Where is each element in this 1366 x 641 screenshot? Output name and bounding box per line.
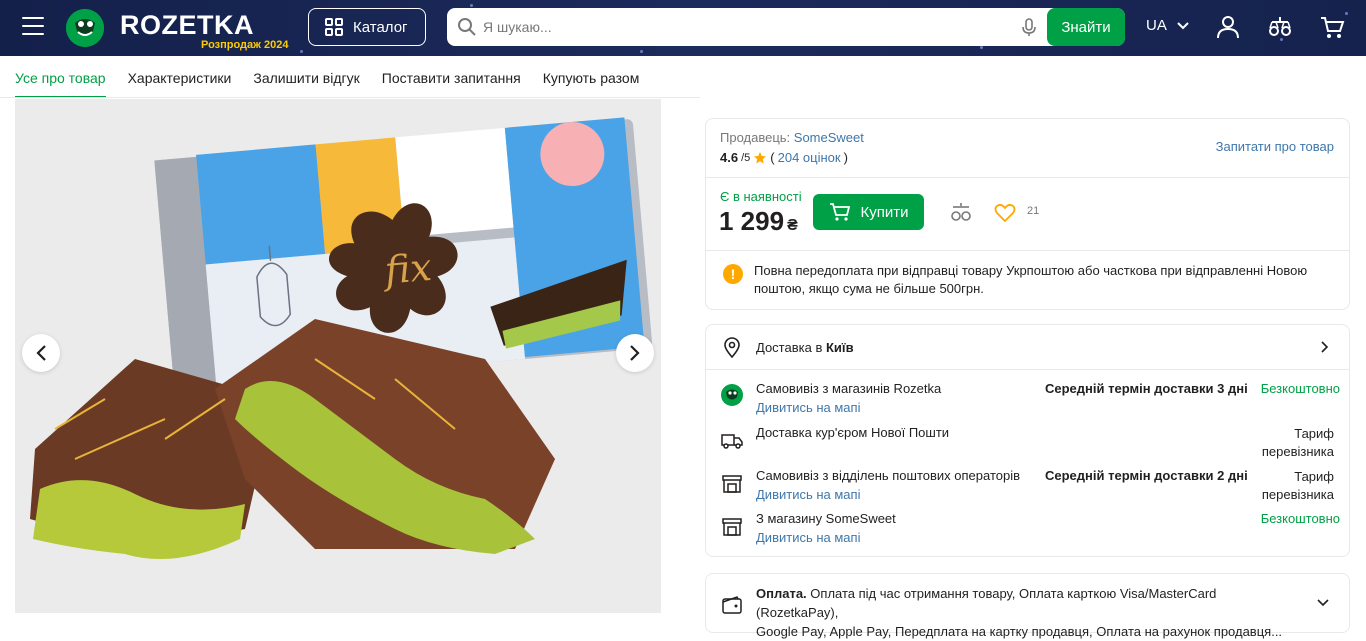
search-icon (458, 18, 476, 36)
price-value: 1 299 (719, 206, 785, 236)
truck-icon (721, 434, 743, 449)
delivery-city-selector[interactable]: Доставка в Київ (706, 325, 1349, 369)
warning-icon: ! (723, 264, 743, 284)
search-button[interactable]: Знайти (1047, 8, 1125, 46)
language-label: UA (1146, 17, 1167, 34)
delivery-option-title: Самовивіз з магазинів Rozetka (756, 381, 942, 396)
compare-scales-icon[interactable] (950, 202, 972, 222)
seller-rating: 4.6 (720, 150, 739, 165)
language-switcher[interactable]: UA (1146, 17, 1189, 34)
chevron-right-icon (1321, 341, 1329, 353)
delivery-city: Київ (825, 340, 854, 355)
buy-label: Купити (860, 203, 909, 221)
grid-icon (325, 18, 343, 36)
compare-scales-icon[interactable] (1267, 14, 1293, 40)
view-on-map-link[interactable]: Дивитись на мапі (756, 400, 860, 415)
view-on-map-link[interactable]: Дивитись на мапі (756, 530, 860, 545)
payment-card[interactable]: Оплата. Оплата під час отримання товару,… (705, 573, 1350, 639)
microphone-icon[interactable] (1019, 17, 1039, 37)
seller-rating-max: /5 (741, 151, 751, 164)
chevron-down-icon (1317, 599, 1329, 607)
wallet-icon (722, 596, 742, 614)
buy-button[interactable]: Купити (813, 194, 924, 230)
payment-line1: Оплата під час отримання товару, Оплата … (756, 586, 1217, 620)
star-icon (754, 151, 767, 163)
cart-icon (829, 203, 850, 221)
logo-text[interactable]: ROZETKA (120, 10, 254, 41)
seller-name-link[interactable]: SomeSweet (794, 130, 864, 145)
delivery-price-line1: Тариф (1294, 426, 1334, 441)
catalog-button[interactable]: Каталог (308, 8, 426, 46)
tab-bought-together[interactable]: Купують разом (543, 56, 640, 98)
search-input[interactable] (483, 8, 1043, 46)
cart-icon[interactable] (1319, 14, 1345, 40)
price-currency: ₴ (787, 217, 798, 234)
chevron-left-icon (36, 345, 46, 361)
delivery-option-title: Доставка кур'єром Нової Пошти (756, 425, 950, 440)
location-pin-icon (724, 337, 740, 359)
prev-image-button[interactable] (22, 334, 60, 372)
menu-icon[interactable] (22, 17, 44, 35)
tab-all-about[interactable]: Усе про товар (15, 56, 106, 98)
store-icon (722, 475, 742, 493)
delivery-option-rozetka-pickup: Самовивіз з магазинів Rozetka Дивитись н… (706, 381, 1349, 421)
payment-line2: Google Pay, Apple Pay, Передплата на кар… (756, 624, 1283, 639)
seller-card: Продавець: SomeSweet 4.6/5 (204 оцінок) … (705, 118, 1350, 310)
heart-icon[interactable] (994, 203, 1016, 223)
rozetka-logo-icon (721, 384, 743, 406)
availability-status: Є в наявності (720, 189, 802, 204)
tab-characteristics[interactable]: Характеристики (128, 56, 232, 98)
top-header: ROZETKA Розпродаж 2024 Каталог Знайти UA (0, 0, 1366, 56)
delivery-price-line2: перевізника (1261, 487, 1334, 502)
delivery-option-title: З магазину SomeSweet (756, 511, 896, 526)
next-image-button[interactable] (616, 334, 654, 372)
delivery-term: Середній термін доставки 2 дні (1045, 468, 1248, 483)
view-on-map-link[interactable]: Дивитись на мапі (756, 487, 860, 502)
delivery-price: Безкоштовно (1260, 511, 1340, 526)
reviews-link[interactable]: 204 оцінок (778, 150, 841, 165)
delivery-option-title: Самовивіз з відділень поштових операторі… (756, 468, 1021, 483)
favorites-count: 21 (1027, 205, 1040, 217)
catalog-label: Каталог (353, 18, 408, 36)
delivery-option-post-pickup: Самовивіз з відділень поштових операторі… (706, 468, 1349, 508)
tab-ask-question[interactable]: Поставити запитання (382, 56, 521, 98)
delivery-price-line1: Тариф (1294, 469, 1334, 484)
chevron-right-icon (630, 345, 640, 361)
seller-label: Продавець: (720, 130, 791, 145)
store-icon (722, 518, 742, 536)
delivery-title-prefix: Доставка в (756, 340, 823, 355)
product-image: fix (15, 99, 661, 613)
tab-leave-review[interactable]: Залишити відгук (253, 56, 359, 98)
brand-text: fix (380, 245, 433, 293)
delivery-price-line2: перевізника (1261, 444, 1334, 459)
product-image-gallery[interactable]: fix (15, 99, 661, 613)
delivery-term: Середній термін доставки 3 дні (1045, 381, 1248, 396)
product-tabs: Усе про товар Характеристики Залишити ві… (0, 56, 700, 98)
user-icon[interactable] (1215, 14, 1241, 40)
search-bar: Знайти (447, 8, 1125, 46)
ask-about-product-link[interactable]: Запитати про товар (1216, 139, 1334, 154)
prepayment-notice: Повна передоплата при відправці товару У… (754, 263, 1308, 296)
delivery-option-shop: З магазину SomeSweet Дивитись на мапі Бе… (706, 511, 1349, 551)
delivery-price: Безкоштовно (1260, 381, 1340, 396)
delivery-card: Доставка в Київ Самовивіз з магазинів Ro… (705, 324, 1350, 557)
tabs-divider (0, 97, 700, 98)
payment-label: Оплата. (756, 586, 807, 601)
sale-label[interactable]: Розпродаж 2024 (201, 39, 288, 51)
delivery-option-courier: Доставка кур'єром Нової Пошти Тариф пере… (706, 425, 1349, 465)
rozetka-logo-icon[interactable] (66, 9, 104, 47)
chevron-down-icon (1177, 21, 1189, 29)
